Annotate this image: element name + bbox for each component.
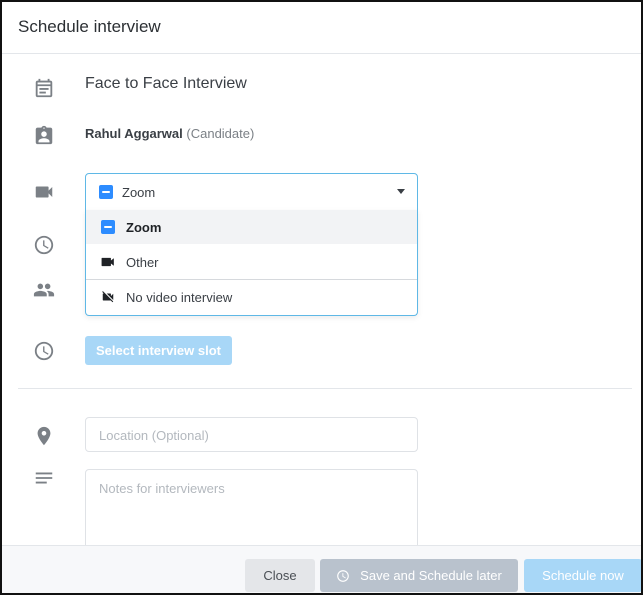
dialog-title: Schedule interview: [18, 17, 161, 36]
notes-icon: [32, 466, 56, 490]
interview-type: Face to Face Interview: [85, 75, 247, 92]
location-pin-icon: [32, 424, 56, 448]
schedule-interview-dialog: Schedule interview Face to Face Intervie…: [0, 0, 643, 595]
option-zoom[interactable]: Zoom: [86, 210, 417, 244]
candidate-info: Rahul Aggarwal (Candidate): [85, 126, 254, 141]
schedule-now-button[interactable]: Schedule now: [524, 559, 641, 592]
option-other[interactable]: Other: [86, 245, 417, 279]
close-button[interactable]: Close: [245, 559, 315, 592]
candidate-badge-icon: [32, 123, 56, 147]
candidate-role: (Candidate): [186, 126, 255, 141]
calendar-icon: [32, 76, 56, 100]
zoom-icon: [99, 185, 113, 199]
video-off-icon: [101, 290, 115, 307]
notes-placeholder: Notes for interviewers: [99, 481, 225, 496]
option-label: Zoom: [126, 220, 162, 235]
zoom-icon: [101, 220, 115, 234]
select-interview-slot-button[interactable]: Select interview slot: [85, 336, 232, 365]
dialog-header: Schedule interview: [2, 2, 641, 54]
save-schedule-later-button[interactable]: Save and Schedule later: [320, 559, 518, 592]
close-button-label: Close: [263, 568, 297, 583]
video-platform-dropdown: Zoom Other No video interview: [85, 210, 418, 316]
option-label: Other: [126, 255, 159, 270]
clock-icon: [32, 233, 56, 257]
caret-down-icon: [397, 189, 405, 194]
schedule-now-label: Schedule now: [542, 568, 624, 583]
clock-icon: [337, 569, 350, 582]
video-platform-select[interactable]: Zoom: [85, 173, 418, 211]
clock-icon: [32, 339, 56, 363]
save-schedule-later-label: Save and Schedule later: [360, 568, 502, 583]
video-platform-value: Zoom: [122, 185, 156, 200]
option-no-video[interactable]: No video interview: [86, 279, 417, 313]
divider: [18, 388, 632, 389]
option-label: No video interview: [126, 290, 233, 305]
video-camera-icon: [101, 256, 115, 271]
candidate-name: Rahul Aggarwal: [85, 126, 183, 141]
dialog-footer: Close Save and Schedule later Schedule n…: [2, 545, 641, 593]
video-camera-icon: [32, 180, 56, 204]
location-input[interactable]: Location (Optional): [85, 417, 418, 452]
location-placeholder: Location (Optional): [99, 428, 209, 443]
people-icon: [32, 278, 56, 302]
